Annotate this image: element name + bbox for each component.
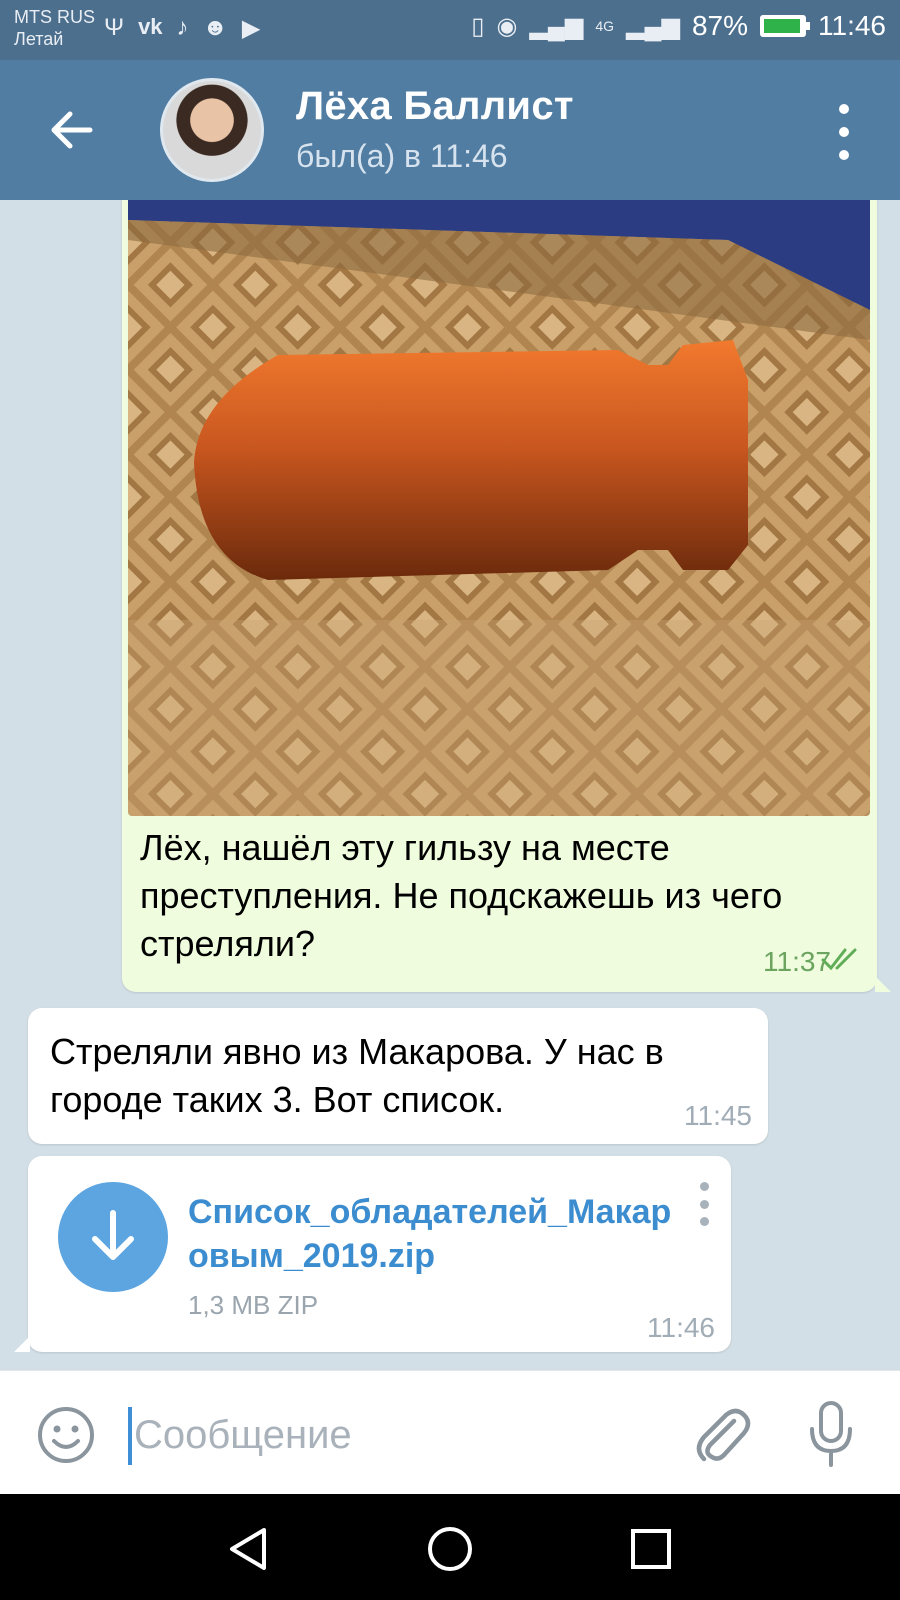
file-message-time: 11:46 xyxy=(647,1312,715,1343)
more-vertical-icon[interactable] xyxy=(834,104,854,160)
file-message[interactable]: Список_обладателей_Макаровым_2019.zip 1,… xyxy=(14,1156,731,1352)
message-list[interactable]: Лёх, нашёл эту гильзу на месте преступле… xyxy=(0,200,900,1370)
recents-square-icon[interactable] xyxy=(626,1524,676,1574)
chat-header: Лёха Баллист был(а) в 11:46 xyxy=(0,60,900,200)
carrier-name: MTS RUS xyxy=(14,7,95,27)
youtube-icon: ▶ xyxy=(241,15,261,42)
carrier-info: MTS RUS Летай xyxy=(14,6,95,50)
contact-name[interactable]: Лёха Баллист xyxy=(296,84,574,129)
download-button[interactable] xyxy=(58,1182,168,1292)
paperclip-icon[interactable] xyxy=(690,1403,752,1467)
download-arrow-icon xyxy=(92,1210,134,1260)
clock: 11:46 xyxy=(818,10,886,41)
file-menu-icon[interactable] xyxy=(697,1182,711,1226)
message-composer xyxy=(0,1370,900,1494)
bell-icon: ♪ xyxy=(176,14,189,41)
battery-icon xyxy=(760,15,810,37)
game-icon: ☻ xyxy=(202,14,228,41)
vk-icon: vk xyxy=(138,14,163,39)
last-seen: был(а) в 11:46 xyxy=(296,138,508,174)
message-photo[interactable] xyxy=(128,200,870,816)
vibrate-icon: ▯ xyxy=(471,12,485,40)
status-right: ▯ ◉ ▂▄▆ 4G ▂▄▆ 87% 11:46 xyxy=(471,10,886,42)
incoming-message-text: Стреляли явно из Макарова. У нас в город… xyxy=(50,1031,664,1120)
outgoing-message-text: Лёх, нашёл эту гильзу на месте преступле… xyxy=(140,827,783,964)
arrow-left-icon[interactable] xyxy=(44,102,100,158)
signal-icon-2: ▂▄▆ xyxy=(626,12,680,40)
battery-percent: 87% xyxy=(691,10,748,41)
file-name[interactable]: Список_обладателей_Макаровым_2019.zip xyxy=(188,1190,688,1278)
avatar[interactable] xyxy=(160,78,264,182)
back-triangle-icon[interactable] xyxy=(224,1524,274,1574)
network-type: 4G xyxy=(595,18,615,34)
carrier-subtitle: Летай xyxy=(14,29,64,49)
home-circle-icon[interactable] xyxy=(425,1524,475,1574)
incoming-message[interactable]: Стреляли явно из Макарова. У нас в город… xyxy=(28,1008,768,1144)
system-navigation-bar xyxy=(0,1494,900,1600)
outgoing-message[interactable]: Лёх, нашёл эту гильзу на месте преступле… xyxy=(122,200,891,992)
notification-icons: Ψ vk ♪ ☻ ▶ xyxy=(104,14,260,43)
text-caret xyxy=(128,1407,132,1465)
file-size: 1,3 MB ZIP xyxy=(188,1290,319,1320)
message-input[interactable] xyxy=(134,1405,634,1465)
microphone-icon[interactable] xyxy=(806,1399,856,1469)
double-check-icon xyxy=(821,948,857,971)
bullet-casing-image xyxy=(128,200,870,816)
smile-icon[interactable] xyxy=(36,1405,96,1465)
signal-icon: ▂▄▆ xyxy=(529,12,584,40)
status-bar: MTS RUS Летай Ψ vk ♪ ☻ ▶ ▯ ◉ ▂▄▆ 4G ▂▄▆ … xyxy=(0,0,900,60)
incoming-message-time: 11:45 xyxy=(684,1100,752,1131)
usb-icon: Ψ xyxy=(104,14,125,41)
eye-icon: ◉ xyxy=(496,12,518,40)
